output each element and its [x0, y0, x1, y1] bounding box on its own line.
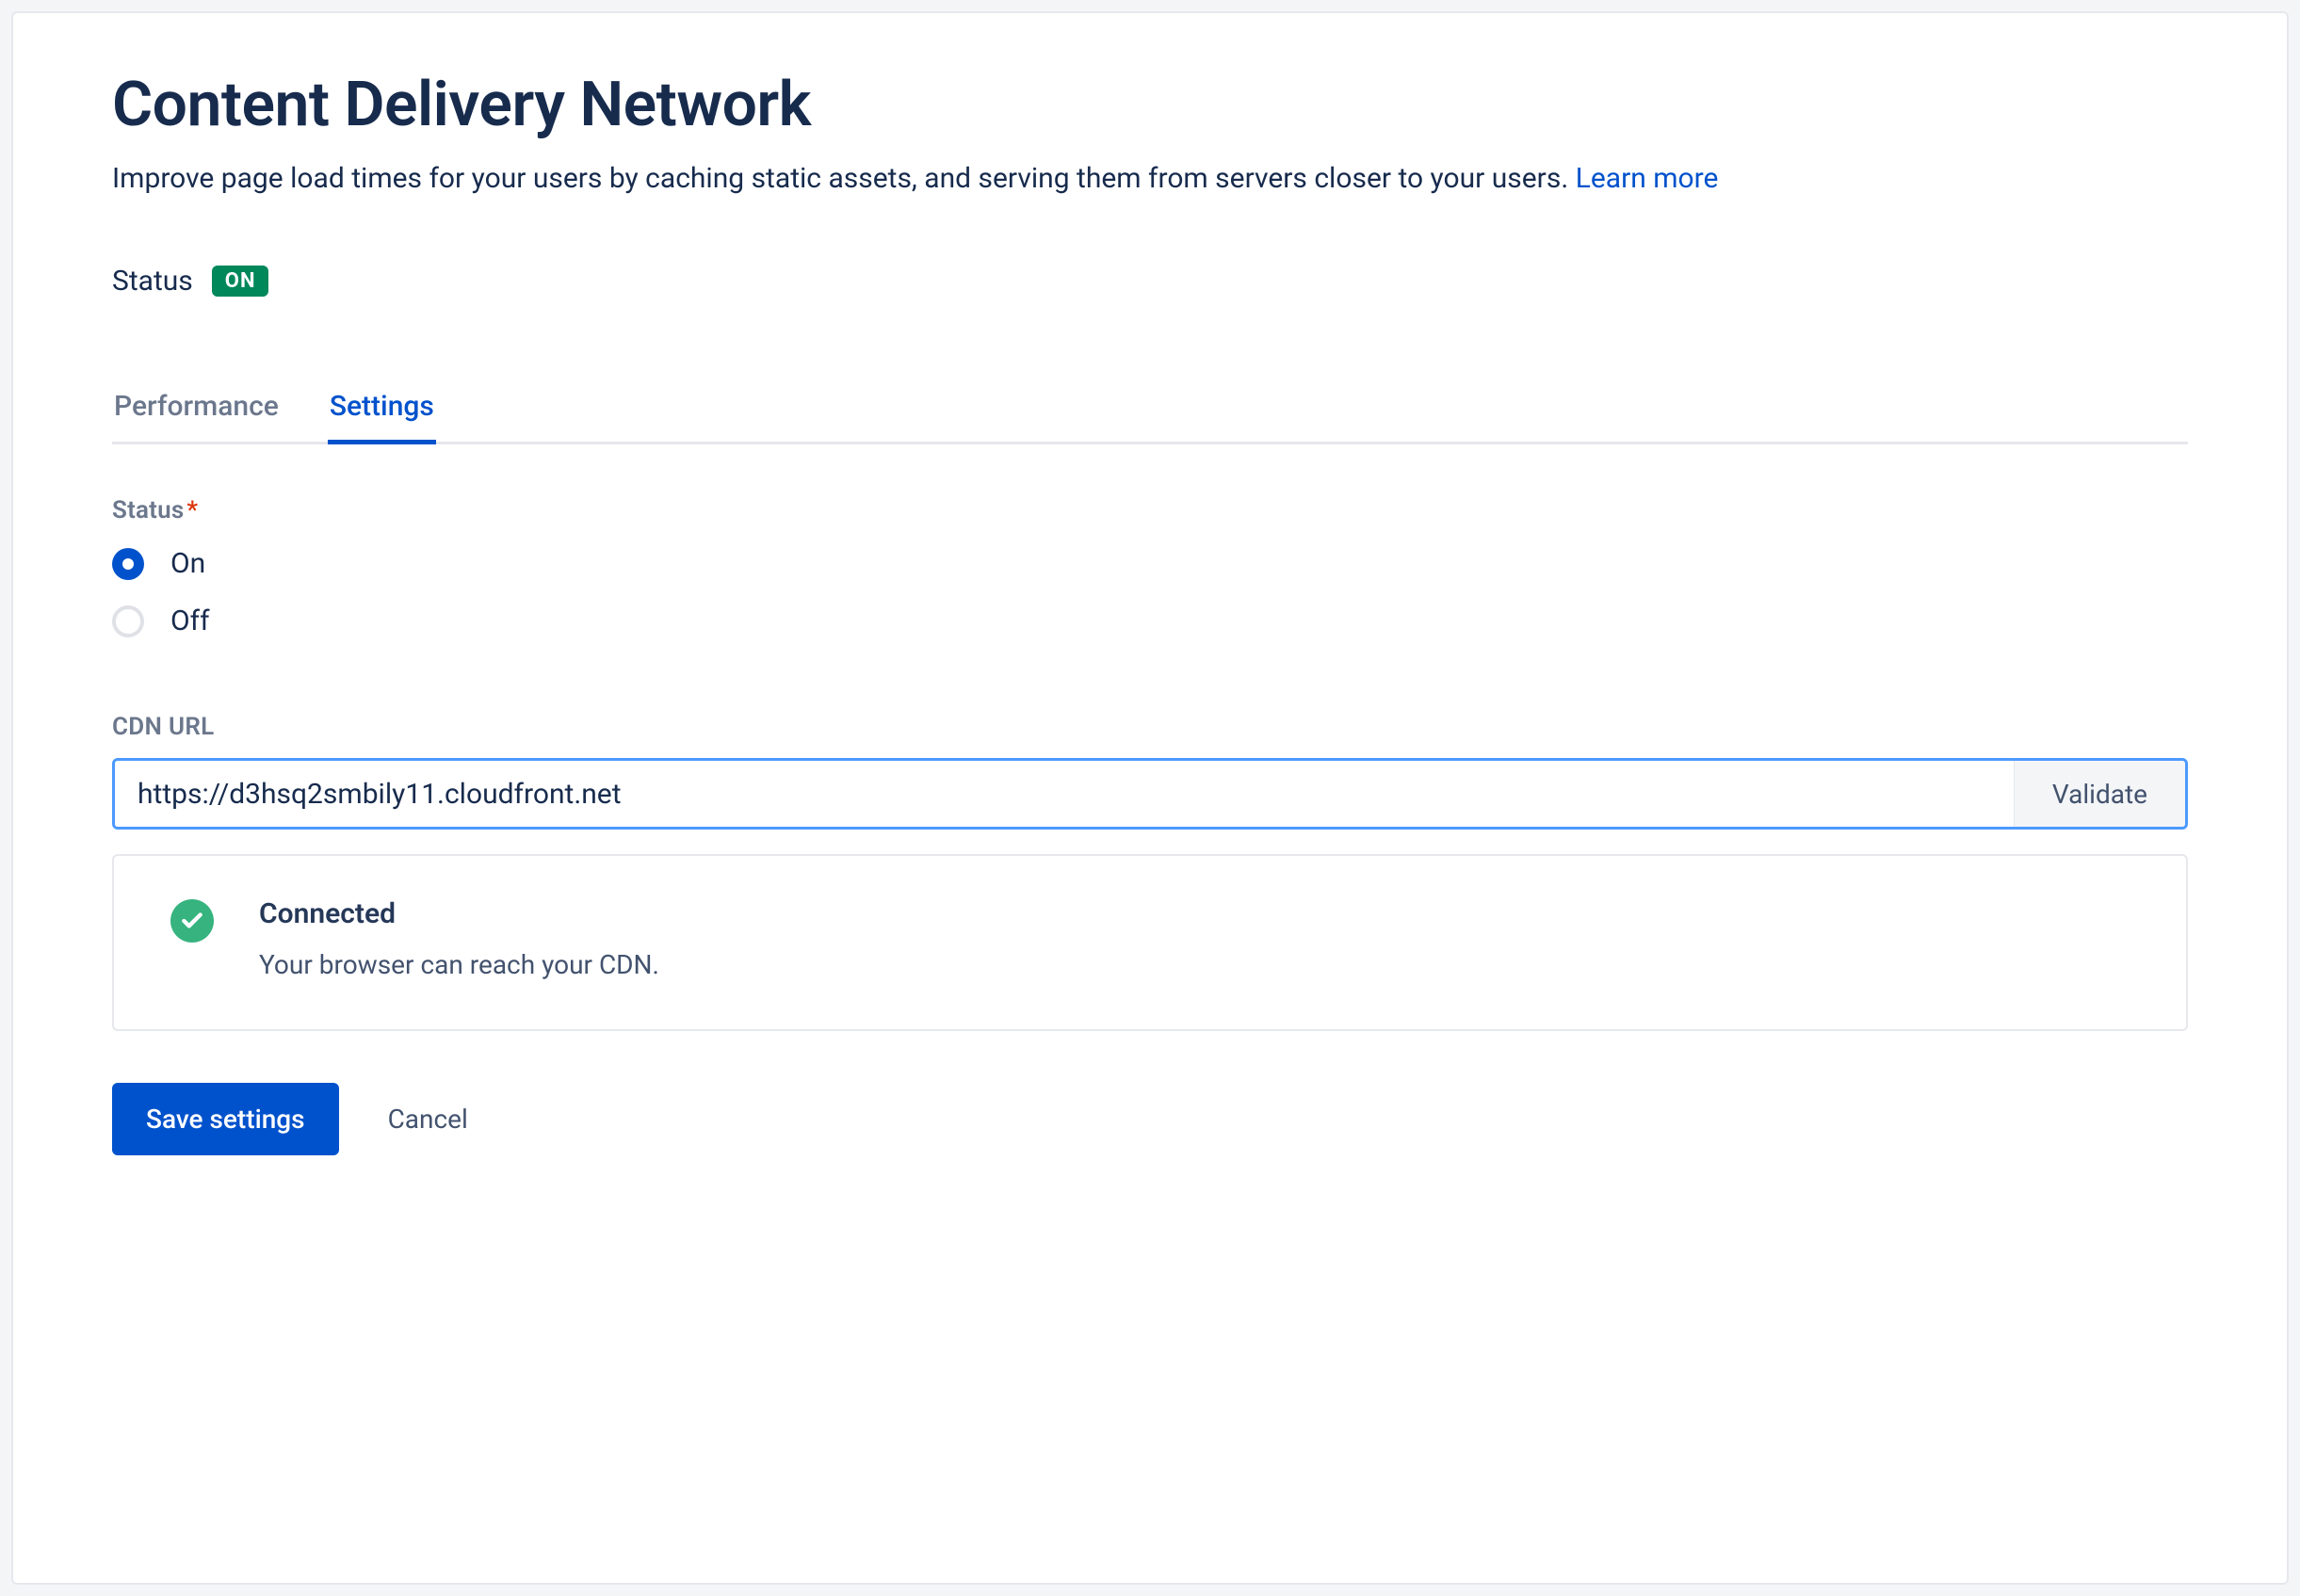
radio-off-indicator: [112, 605, 144, 637]
radio-off-label: Off: [170, 605, 210, 637]
status-label: Status: [112, 265, 193, 298]
radio-on-label: On: [170, 547, 205, 580]
cdn-url-input-wrap: Validate: [112, 758, 2188, 830]
required-indicator: *: [186, 496, 198, 524]
form-buttons: Save settings Cancel: [112, 1083, 2188, 1155]
connection-status-panel: Connected Your browser can reach your CD…: [112, 854, 2188, 1031]
cdn-url-label: CDN URL: [112, 713, 2188, 741]
radio-option-on[interactable]: On: [112, 547, 2188, 580]
page-title: Content Delivery Network: [112, 70, 2188, 141]
tab-settings[interactable]: Settings: [328, 390, 436, 444]
connection-text: Connected Your browser can reach your CD…: [259, 897, 659, 980]
tabs: Performance Settings: [112, 387, 2188, 444]
radio-option-off[interactable]: Off: [112, 605, 2188, 637]
connection-message: Your browser can reach your CDN.: [259, 949, 659, 980]
status-row: Status ON: [112, 265, 2188, 298]
learn-more-link[interactable]: Learn more: [1576, 162, 1719, 195]
status-radio-group: On Off: [112, 547, 2188, 637]
status-badge: ON: [212, 266, 269, 297]
radio-on-indicator: [112, 548, 144, 580]
tab-performance[interactable]: Performance: [112, 390, 281, 444]
validate-button[interactable]: Validate: [2014, 761, 2185, 827]
settings-card: Content Delivery Network Improve page lo…: [11, 11, 2289, 1585]
check-circle-icon: [170, 899, 214, 943]
connection-title: Connected: [259, 897, 659, 930]
description-text: Improve page load times for your users b…: [112, 162, 1576, 195]
status-field-label-text: Status: [112, 496, 184, 524]
cdn-url-input[interactable]: [115, 761, 2014, 827]
status-field-label: Status*: [112, 496, 2188, 524]
form-section: Status* On Off CDN URL Validate: [112, 496, 2188, 1155]
cancel-button[interactable]: Cancel: [388, 1104, 468, 1135]
save-settings-button[interactable]: Save settings: [112, 1083, 339, 1155]
page-description: Improve page load times for your users b…: [112, 158, 2090, 200]
